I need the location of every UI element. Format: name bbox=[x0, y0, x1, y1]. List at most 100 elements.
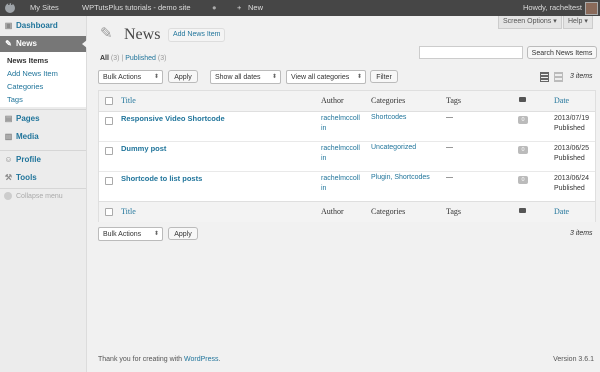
search-input[interactable] bbox=[419, 46, 523, 59]
comment-count-badge[interactable]: 0 bbox=[518, 176, 528, 184]
column-title-footer[interactable]: Title bbox=[121, 207, 136, 216]
table-header: Title Author Categories Tags Date bbox=[99, 91, 595, 112]
help-button[interactable]: Help ▾ bbox=[563, 16, 593, 29]
bulk-actions-select-top[interactable]: Bulk Actions ⬍ bbox=[98, 70, 163, 84]
column-tags-header: Tags bbox=[446, 96, 461, 105]
bulk-actions-select-bottom[interactable]: Bulk Actions ⬍ bbox=[98, 227, 163, 241]
tools-icon: ⚒ bbox=[4, 173, 13, 182]
table-footer: Title Author Categories Tags Date bbox=[99, 201, 595, 222]
my-sites-link[interactable]: My Sites bbox=[30, 0, 59, 16]
site-name-link[interactable]: WPTutsPlus tutorials - demo site bbox=[82, 0, 191, 16]
row-categories-link[interactable]: Shortcodes bbox=[371, 114, 406, 121]
items-count-bottom: 3 items bbox=[570, 230, 593, 237]
column-author-header: Author bbox=[321, 96, 344, 105]
chevron-down-icon: ⬍ bbox=[153, 74, 159, 80]
admin-bar: My Sites WPTutsPlus tutorials - demo sit… bbox=[0, 0, 600, 16]
row-categories-link[interactable]: Plugin, Shortcodes bbox=[371, 174, 430, 181]
column-tags-footer: Tags bbox=[446, 207, 461, 216]
comment-icon[interactable] bbox=[519, 97, 526, 102]
chevron-down-icon: ⬍ bbox=[356, 74, 362, 80]
column-author-footer: Author bbox=[321, 207, 344, 216]
new-content-icon[interactable]: + bbox=[237, 0, 241, 16]
menu-separator bbox=[0, 188, 86, 189]
apply-button-top[interactable]: Apply bbox=[168, 70, 198, 83]
howdy-user-link[interactable]: Howdy, racheltest bbox=[523, 0, 582, 16]
view-all-count: (3) bbox=[110, 55, 120, 62]
menu-media[interactable]: ▥ Media bbox=[0, 129, 86, 145]
screen-options-button[interactable]: Screen Options ▾ bbox=[498, 16, 562, 29]
submenu-categories[interactable]: Categories bbox=[7, 82, 43, 91]
row-checkbox[interactable] bbox=[105, 177, 113, 185]
wordpress-logo-icon[interactable] bbox=[5, 0, 15, 13]
menu-profile[interactable]: ☺ Profile bbox=[0, 152, 86, 168]
submenu-add-news-item[interactable]: Add News Item bbox=[7, 69, 58, 78]
row-title-link[interactable]: Shortcode to list posts bbox=[121, 174, 202, 183]
row-author-link[interactable]: rachelmccollin bbox=[321, 144, 361, 164]
pages-icon: ▤ bbox=[4, 114, 13, 123]
row-checkbox[interactable] bbox=[105, 117, 113, 125]
row-title-link[interactable]: Responsive Video Shortcode bbox=[121, 114, 225, 123]
row-date: 2013/07/19 Published bbox=[554, 115, 590, 132]
chevron-down-icon: ⬍ bbox=[153, 231, 159, 237]
pushpin-icon: ✎ bbox=[100, 25, 113, 42]
row-tags: — bbox=[446, 144, 453, 151]
items-count-top: 3 items bbox=[570, 73, 593, 80]
menu-tools[interactable]: ⚒ Tools bbox=[0, 170, 86, 186]
footer-version: Version 3.6.1 bbox=[553, 356, 594, 363]
filter-button[interactable]: Filter bbox=[370, 70, 398, 83]
collapse-menu-button[interactable]: Collapse menu bbox=[4, 192, 63, 200]
row-date: 2013/06/25 Published bbox=[554, 145, 590, 162]
new-content-link[interactable]: New bbox=[248, 0, 263, 16]
view-published-link[interactable]: Published bbox=[125, 55, 156, 62]
footer-thanks: Thank you for creating with WordPress. bbox=[98, 356, 221, 363]
views-separator: | bbox=[121, 55, 124, 62]
collapse-arrow-icon bbox=[4, 192, 12, 200]
row-categories-link[interactable]: Uncategorized bbox=[371, 144, 416, 151]
categories-select[interactable]: View all categories ⬍ bbox=[286, 70, 366, 84]
wordpress-link[interactable]: WordPress bbox=[184, 356, 219, 363]
admin-sidebar: ▣ Dashboard ✎ News News Items Add News I… bbox=[0, 16, 87, 372]
chevron-down-icon: ⬍ bbox=[271, 74, 277, 80]
row-author-link[interactable]: rachelmccollin bbox=[321, 114, 361, 134]
excerpt-view-icon[interactable] bbox=[554, 72, 563, 82]
comment-count-badge[interactable]: 0 bbox=[518, 146, 528, 154]
menu-news[interactable]: ✎ News bbox=[0, 36, 87, 52]
column-date-footer[interactable]: Date bbox=[554, 207, 569, 216]
page-title: News bbox=[124, 26, 161, 43]
table-row: Shortcode to list posts rachelmccollin P… bbox=[99, 171, 595, 202]
row-date: 2013/06/24 Published bbox=[554, 175, 590, 192]
media-icon: ▥ bbox=[4, 132, 13, 141]
comment-icon[interactable] bbox=[519, 208, 526, 213]
row-author-link[interactable]: rachelmccollin bbox=[321, 174, 361, 194]
menu-dashboard[interactable]: ▣ Dashboard bbox=[0, 18, 86, 34]
dates-select[interactable]: Show all dates ⬍ bbox=[210, 70, 281, 84]
pushpin-icon: ✎ bbox=[5, 39, 12, 48]
dashboard-icon: ▣ bbox=[4, 21, 13, 30]
status-views: All (3) | Published (3) bbox=[100, 55, 166, 62]
submenu-tags[interactable]: Tags bbox=[7, 95, 23, 104]
column-date-header[interactable]: Date bbox=[554, 96, 569, 105]
search-news-items-button[interactable]: Search News Items bbox=[527, 46, 597, 59]
select-all-checkbox[interactable] bbox=[105, 208, 113, 216]
menu-separator bbox=[0, 150, 86, 151]
column-categories-footer: Categories bbox=[371, 207, 406, 216]
row-tags: — bbox=[446, 174, 453, 181]
row-title-link[interactable]: Dummy post bbox=[121, 144, 166, 153]
apply-button-bottom[interactable]: Apply bbox=[168, 227, 198, 240]
column-title-header[interactable]: Title bbox=[121, 96, 136, 105]
comments-icon[interactable]: ● bbox=[212, 0, 217, 16]
row-checkbox[interactable] bbox=[105, 147, 113, 155]
submenu-news-items[interactable]: News Items bbox=[7, 56, 48, 65]
avatar[interactable] bbox=[585, 2, 598, 15]
list-view-icon[interactable] bbox=[540, 72, 549, 82]
table-row: Responsive Video Shortcode rachelmccolli… bbox=[99, 111, 595, 142]
menu-separator bbox=[0, 109, 86, 110]
add-news-item-button[interactable]: Add News Item bbox=[168, 28, 226, 42]
comment-count-badge[interactable]: 0 bbox=[518, 116, 528, 124]
table-row: Dummy post rachelmccollin Uncategorized … bbox=[99, 141, 595, 172]
view-published-count: (3) bbox=[157, 55, 167, 62]
news-items-table: Title Author Categories Tags Date Respon… bbox=[98, 90, 596, 222]
menu-pages[interactable]: ▤ Pages bbox=[0, 111, 86, 127]
select-all-checkbox[interactable] bbox=[105, 97, 113, 105]
view-all-link[interactable]: All bbox=[100, 55, 109, 62]
